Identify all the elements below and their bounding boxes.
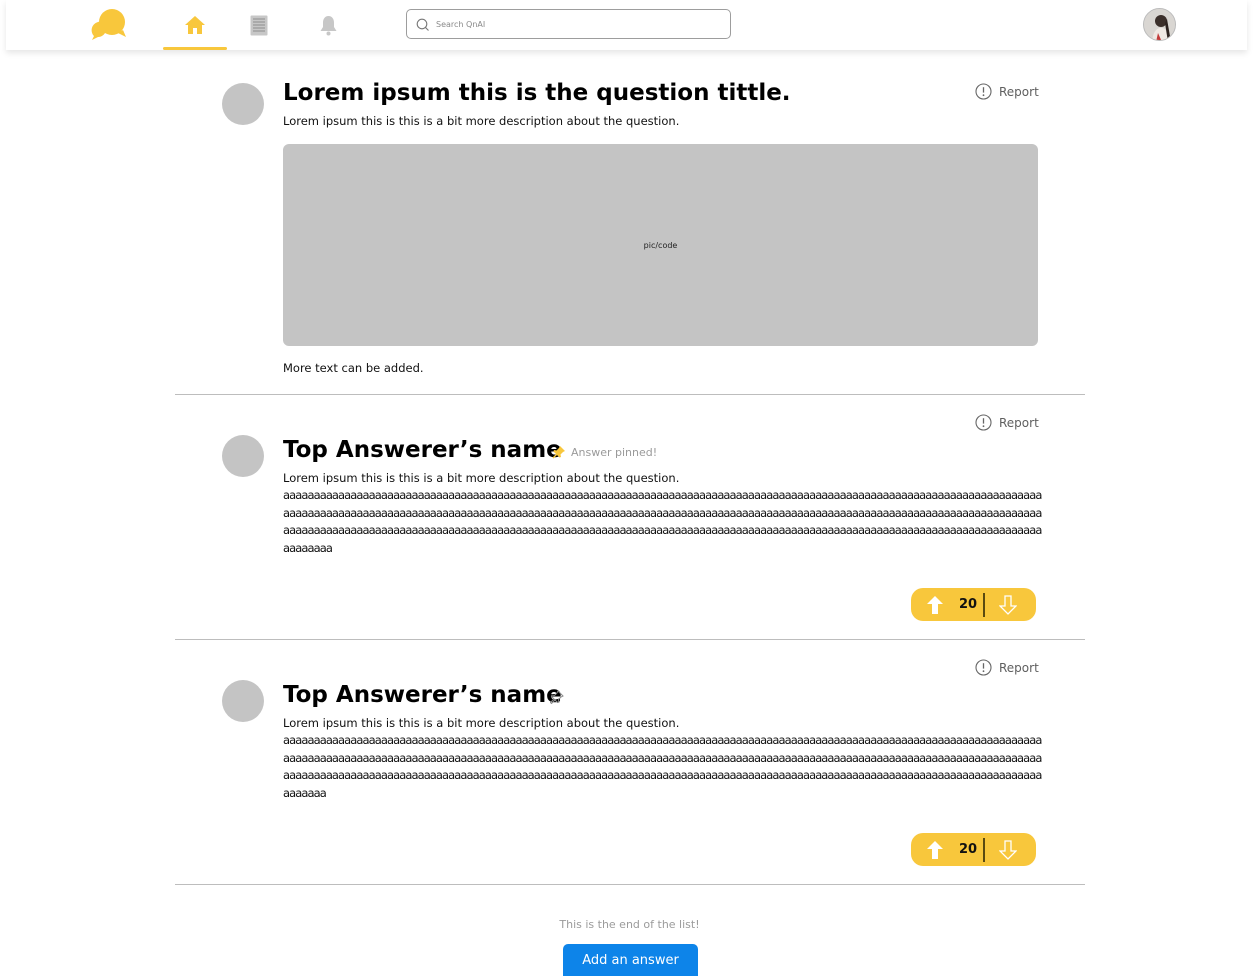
report-label: Report (999, 660, 1039, 675)
answer-body: aaaaaaaaaaaaaaaaaaaaaaaaaaaaaaaaaaaaaaaa… (283, 488, 1042, 556)
vote-control: 20 (911, 588, 1036, 621)
search-box[interactable] (406, 9, 731, 39)
add-answer-button[interactable]: Add an answer (563, 944, 698, 976)
alert-circle-icon (975, 83, 992, 100)
pin-outline-icon (550, 690, 564, 704)
vote-count: 20 (958, 597, 978, 612)
question-description: Lorem ipsum this is this is a bit more d… (283, 114, 680, 128)
end-of-list-text: This is the end of the list! (559, 918, 700, 931)
answer-description: Lorem ipsum this is this is a bit more d… (283, 471, 680, 485)
divider (175, 394, 1085, 395)
report-button[interactable]: Report (975, 414, 1039, 431)
vote-control: 20 (911, 833, 1036, 866)
media-label: pic/code (643, 240, 678, 250)
divider (175, 884, 1085, 885)
pin-label: Answer pinned! (571, 445, 658, 459)
home-icon (185, 16, 205, 34)
tab-notifications[interactable] (296, 0, 360, 50)
pinned-indicator[interactable]: Answer pinned! (552, 445, 657, 459)
report-label: Report (999, 84, 1039, 99)
report-label: Report (999, 415, 1039, 430)
question-extra-text: More text can be added. (283, 361, 424, 375)
answerer-name: Top Answerer’s name (283, 682, 562, 708)
tab-home[interactable] (163, 0, 227, 50)
arrow-down-icon (999, 839, 1017, 860)
vote-count: 20 (958, 842, 978, 857)
tab-list[interactable] (227, 0, 291, 50)
logo-icon[interactable] (88, 6, 134, 44)
arrow-up-icon (927, 840, 943, 859)
asker-avatar[interactable] (222, 83, 264, 125)
alert-circle-icon (975, 414, 992, 431)
search-icon (416, 18, 429, 31)
pin-answer-toggle[interactable] (550, 690, 569, 704)
top-navigation-bar (6, 0, 1247, 50)
answerer-avatar[interactable] (222, 435, 264, 477)
downvote-button[interactable] (985, 833, 1031, 866)
bell-icon (320, 15, 336, 35)
user-avatar[interactable] (1143, 8, 1176, 41)
divider (175, 639, 1085, 640)
upvote-button[interactable] (915, 588, 955, 621)
report-button[interactable]: Report (975, 659, 1039, 676)
answer-description: Lorem ipsum this is this is a bit more d… (283, 716, 680, 730)
report-button[interactable]: Report (975, 83, 1039, 100)
question-title: Lorem ipsum this is the question tittle. (283, 80, 791, 106)
search-input[interactable] (436, 19, 716, 29)
arrow-down-icon (999, 594, 1017, 615)
question-media: pic/code (283, 144, 1038, 346)
downvote-button[interactable] (985, 588, 1031, 621)
pin-icon (552, 446, 565, 459)
answerer-avatar[interactable] (222, 680, 264, 722)
answerer-name: Top Answerer’s name (283, 437, 562, 463)
alert-circle-icon (975, 659, 992, 676)
arrow-up-icon (927, 595, 943, 614)
list-icon (250, 15, 268, 35)
upvote-button[interactable] (915, 833, 955, 866)
answer-body: aaaaaaaaaaaaaaaaaaaaaaaaaaaaaaaaaaaaaaaa… (283, 733, 1042, 801)
